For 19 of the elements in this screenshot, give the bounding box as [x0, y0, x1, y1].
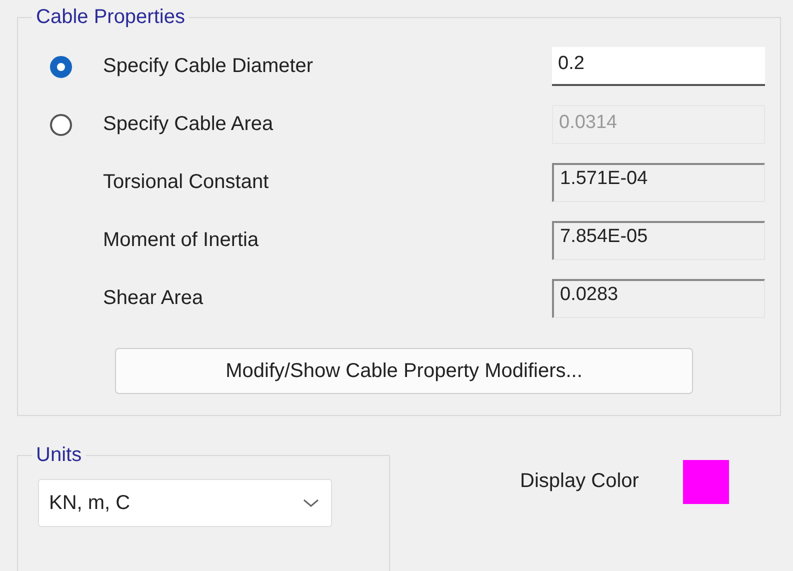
modifiers-button[interactable]: Modify/Show Cable Property Modifiers... [115, 348, 693, 394]
input-field: 7.854E-05 [552, 221, 765, 260]
color-swatch[interactable] [682, 460, 729, 504]
input-field[interactable]: 0.2 [552, 47, 765, 86]
field-label: Moment of Inertia [103, 229, 260, 252]
input-field: 0.0283 [552, 279, 765, 318]
input-field: 0.0314 [552, 105, 765, 144]
radio-button[interactable] [50, 56, 72, 78]
units-dropdown[interactable]: KN, m, C [38, 479, 332, 527]
input-field: 1.571E-04 [552, 163, 765, 202]
field-label: Shear Area [103, 287, 204, 310]
field-label: Specify Cable Diameter [103, 55, 314, 78]
radio-button[interactable] [50, 114, 72, 136]
field-label: Torsional Constant [103, 171, 270, 194]
group-title: Cable Properties [35, 6, 186, 29]
group-title: Units [35, 444, 83, 467]
field-label: Specify Cable Area [103, 113, 274, 136]
chevron-down-icon [303, 498, 319, 508]
display-color-label: Display Color [520, 469, 639, 493]
